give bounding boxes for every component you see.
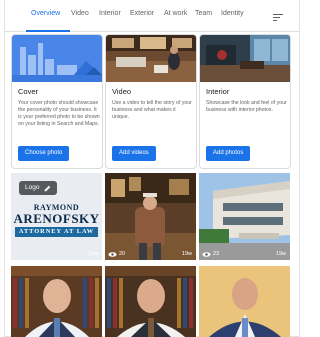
video-thumbnail: [106, 35, 196, 82]
building-photo-tile[interactable]: 23 19w: [199, 173, 290, 260]
portrait-photo: [199, 266, 290, 337]
office-photo-tile[interactable]: 20 19w: [105, 173, 196, 260]
photos-panel: Overview Video Interior Exterior At work…: [4, 0, 300, 337]
logo-line-2: ARENOFSKY: [13, 211, 100, 226]
tab-interior[interactable]: Interior: [99, 10, 121, 17]
eye-icon: [108, 251, 117, 257]
logo-photo-tile[interactable]: Logo RAYMOND ARENOFSKY ATTORNEY AT LAW 1…: [11, 173, 102, 260]
photo-age: 19w: [181, 251, 192, 257]
tab-video[interactable]: Video: [71, 10, 89, 17]
active-tab-indicator: [26, 30, 70, 32]
cover-illustration: [12, 35, 102, 82]
portrait-photo: [11, 266, 102, 337]
video-description: Use a video to tell the story of your bu…: [112, 100, 192, 120]
tab-identity[interactable]: Identity: [221, 10, 244, 17]
tab-team[interactable]: Team: [195, 10, 212, 17]
cover-title: Cover: [18, 87, 39, 96]
photo-category-tabs: Overview Video Interior Exterior At work…: [5, 4, 299, 32]
eye-icon: [202, 251, 211, 257]
interior-thumbnail: [200, 35, 290, 82]
filter-lines-icon[interactable]: [273, 14, 283, 22]
photo-age: 19w: [275, 251, 286, 257]
logo-line-3: ATTORNEY AT LAW: [18, 228, 95, 235]
video-title: Video: [112, 87, 132, 96]
building-photo: [199, 173, 290, 260]
logo-chip[interactable]: Logo: [19, 181, 58, 195]
cover-card: Cover Your cover photo should showcase t…: [11, 34, 103, 169]
photo-age: 19w: [87, 251, 98, 257]
portrait-photo-tile-2[interactable]: [105, 266, 196, 337]
view-count: 20: [108, 251, 125, 257]
video-card: Video Use a video to tell the story of y…: [105, 34, 197, 169]
portrait-photo: [105, 266, 196, 337]
office-photo: [105, 173, 196, 260]
tab-at-work[interactable]: At work: [164, 10, 187, 17]
add-photos-button[interactable]: Add photos: [206, 146, 251, 161]
portrait-photo-tile-1[interactable]: [11, 266, 102, 337]
tab-overview[interactable]: Overview: [31, 10, 60, 17]
portrait-photo-tile-3[interactable]: [199, 266, 290, 337]
tab-exterior[interactable]: Exterior: [130, 10, 154, 17]
interior-title: Interior: [206, 87, 230, 96]
cover-description: Your cover photo should showcase the per…: [18, 100, 100, 127]
choose-photo-button[interactable]: Choose photo: [18, 146, 70, 161]
interior-card: Interior Showcase the look and feel of y…: [199, 34, 291, 169]
add-videos-button[interactable]: Add videos: [112, 146, 156, 161]
view-count: 23: [202, 251, 219, 257]
pencil-icon: [45, 185, 51, 191]
interior-description: Showcase the look and feel of your busin…: [206, 100, 287, 113]
